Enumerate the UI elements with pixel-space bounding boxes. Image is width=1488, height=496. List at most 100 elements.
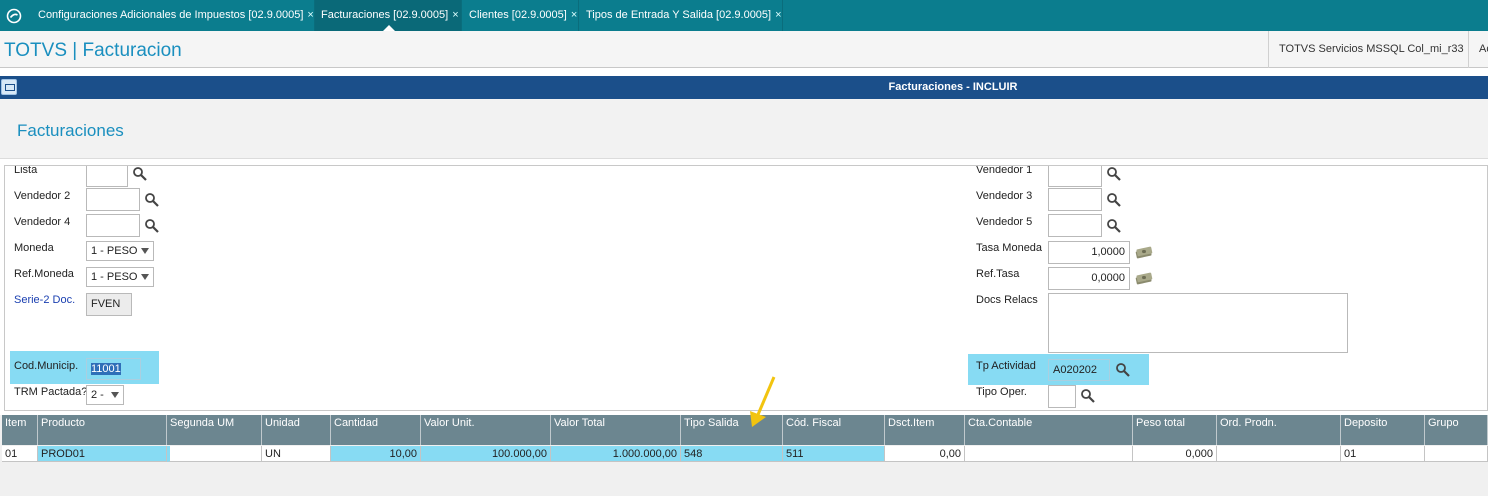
close-icon[interactable]: × (571, 9, 577, 21)
annotation-arrow-icon (750, 376, 776, 427)
grid-header-producto[interactable]: Producto (38, 415, 167, 445)
tpactividad-field[interactable]: A020202 (1048, 359, 1110, 381)
grid-cell-peso-total[interactable]: 0,000 (1133, 446, 1217, 462)
grid-header-ord-prodn[interactable]: Ord. Prodn. (1217, 415, 1341, 445)
grid-header-cod-fiscal[interactable]: Cód. Fiscal (783, 415, 885, 445)
grid-cell-cod-fiscal[interactable]: 511 (783, 446, 885, 462)
grid-header-cta-contable[interactable]: Cta.Contable (965, 415, 1133, 445)
grid-header-grupo[interactable]: Grupo (1425, 415, 1488, 445)
tasamoneda-label: Tasa Moneda (976, 242, 1043, 254)
tipooper-field[interactable] (1048, 385, 1076, 408)
grid-cell-segunda-um[interactable] (167, 446, 262, 462)
tipooper-label: Tipo Oper. (976, 386, 1027, 398)
tab-configuraciones-adicionales[interactable]: Configuraciones Adicionales de Impuestos… (32, 0, 315, 31)
trm-label: TRM Pactada? (14, 386, 88, 398)
grid-cell-unidad[interactable]: UN (262, 446, 331, 462)
vendedor1-label: Vendedor 1 (976, 165, 1033, 176)
vendedor4-label: Vendedor 4 (14, 216, 71, 228)
grid-cell-tipo-salida[interactable]: 548 (681, 446, 783, 462)
close-icon[interactable]: × (452, 9, 458, 21)
vendedor1-field[interactable] (1048, 166, 1102, 187)
tab-clientes[interactable]: Clientes [02.9.0005] × (463, 0, 579, 31)
tab-label: Facturaciones [02.9.0005] (321, 9, 449, 21)
vendedor2-label: Vendedor 2 (14, 190, 71, 202)
search-icon[interactable] (1115, 362, 1131, 378)
serie-label: Serie-2 Doc. (14, 294, 76, 306)
codmunicip-value: 11001 (91, 363, 121, 375)
lista-field[interactable] (86, 166, 128, 187)
close-icon[interactable]: × (775, 9, 781, 21)
search-icon[interactable] (144, 218, 160, 234)
close-icon[interactable]: × (307, 9, 313, 21)
search-icon[interactable] (1106, 166, 1122, 182)
moneda-label: Moneda (14, 242, 54, 254)
environment-label[interactable]: TOTVS Servicios MSSQL Col_mi_r33 (1268, 31, 1468, 68)
vendedor4-field[interactable] (86, 214, 140, 237)
grid-cell-deposito[interactable]: 01 (1341, 446, 1425, 462)
money-icon[interactable] (1134, 245, 1154, 259)
refmoneda-label: Ref.Moneda (14, 268, 74, 280)
dropdown-arrow-icon[interactable] (141, 274, 149, 280)
grid-header-segunda-um[interactable]: Segunda UM (167, 415, 262, 445)
docsrelacs-label: Docs Relacs (976, 294, 1038, 306)
moneda-value: 1 - PESO (91, 245, 138, 257)
reftasa-label: Ref.Tasa (976, 268, 1020, 280)
refmoneda-value: 1 - PESO (91, 271, 138, 283)
form-title: Facturaciones (17, 121, 124, 140)
grid-header-item[interactable]: Item (2, 415, 38, 445)
money-icon[interactable] (1134, 271, 1154, 285)
tab-label: Clientes [02.9.0005] (469, 9, 567, 21)
grid-cell-item[interactable]: 01 (2, 446, 38, 462)
dropdown-arrow-icon[interactable] (111, 392, 119, 398)
items-grid: Item Producto Segunda UM Unidad Cantidad… (0, 415, 1488, 496)
serie-field: FVEN (86, 293, 132, 316)
grid-cell-producto[interactable]: PROD01 (38, 446, 167, 462)
trm-value: 2 - (91, 389, 104, 401)
codmunicip-label: Cod.Municip. (14, 360, 79, 372)
vendedor3-field[interactable] (1048, 188, 1102, 211)
totvs-logo-icon[interactable] (0, 0, 28, 31)
window-titlebar: Facturaciones - INCLUIR (0, 76, 1488, 99)
form-header: Facturaciones (0, 99, 1488, 159)
trm-select[interactable]: 2 - (86, 385, 124, 405)
grid-header-dsct-item[interactable]: Dsct.Item (885, 415, 965, 445)
grid-cell-dsct-item[interactable]: 0,00 (885, 446, 965, 462)
grid-header-peso-total[interactable]: Peso total (1133, 415, 1217, 445)
grid-cell-cta-contable[interactable] (965, 446, 1133, 462)
header-extra[interactable]: Ac (1468, 31, 1488, 68)
tab-label: Configuraciones Adicionales de Impuestos… (38, 9, 304, 21)
tasamoneda-field[interactable]: 1,0000 (1048, 241, 1130, 264)
grid-header-deposito[interactable]: Deposito (1341, 415, 1425, 445)
grid-cell-cantidad[interactable]: 10,00 (331, 446, 421, 462)
moneda-select[interactable]: 1 - PESO (86, 241, 154, 261)
grid-cell-valor-total[interactable]: 1.000.000,00 (551, 446, 681, 462)
grid-header-valor-total[interactable]: Valor Total (551, 415, 681, 445)
window-title: Facturaciones - INCLUIR (888, 81, 1018, 93)
docsrelacs-field[interactable] (1048, 293, 1348, 353)
refmoneda-select[interactable]: 1 - PESO (86, 267, 154, 287)
vendedor5-label: Vendedor 5 (976, 216, 1033, 228)
search-icon[interactable] (1106, 218, 1122, 234)
dropdown-arrow-icon[interactable] (141, 248, 149, 254)
reftasa-field[interactable]: 0,0000 (1048, 267, 1130, 290)
vendedor3-label: Vendedor 3 (976, 190, 1033, 202)
tab-tipos-entrada-salida[interactable]: Tipos de Entrada Y Salida [02.9.0005] × (580, 0, 783, 31)
grid-cell-ord-prodn[interactable] (1217, 446, 1341, 462)
vendedor5-field[interactable] (1048, 214, 1102, 237)
search-icon[interactable] (1080, 388, 1096, 404)
grid-cell-grupo[interactable] (1425, 446, 1488, 462)
grid-header-cantidad[interactable]: Cantidad (331, 415, 421, 445)
app-title: TOTVS | Facturacion (4, 40, 182, 61)
search-icon[interactable] (1106, 192, 1122, 208)
grid-header-unidad[interactable]: Unidad (262, 415, 331, 445)
lista-label: Lista (14, 165, 38, 176)
search-icon[interactable] (144, 192, 160, 208)
vendedor2-field[interactable] (86, 188, 140, 211)
tab-facturaciones[interactable]: Facturaciones [02.9.0005] × (315, 0, 462, 31)
grid-cell-valor-unit[interactable]: 100.000,00 (421, 446, 551, 462)
tab-bar: Configuraciones Adicionales de Impuestos… (0, 0, 1488, 31)
codmunicip-field[interactable]: 11001 (86, 358, 141, 380)
tpactividad-label: Tp Actividad (976, 360, 1036, 372)
grid-header-valor-unit[interactable]: Valor Unit. (421, 415, 551, 445)
search-icon[interactable] (132, 166, 148, 182)
